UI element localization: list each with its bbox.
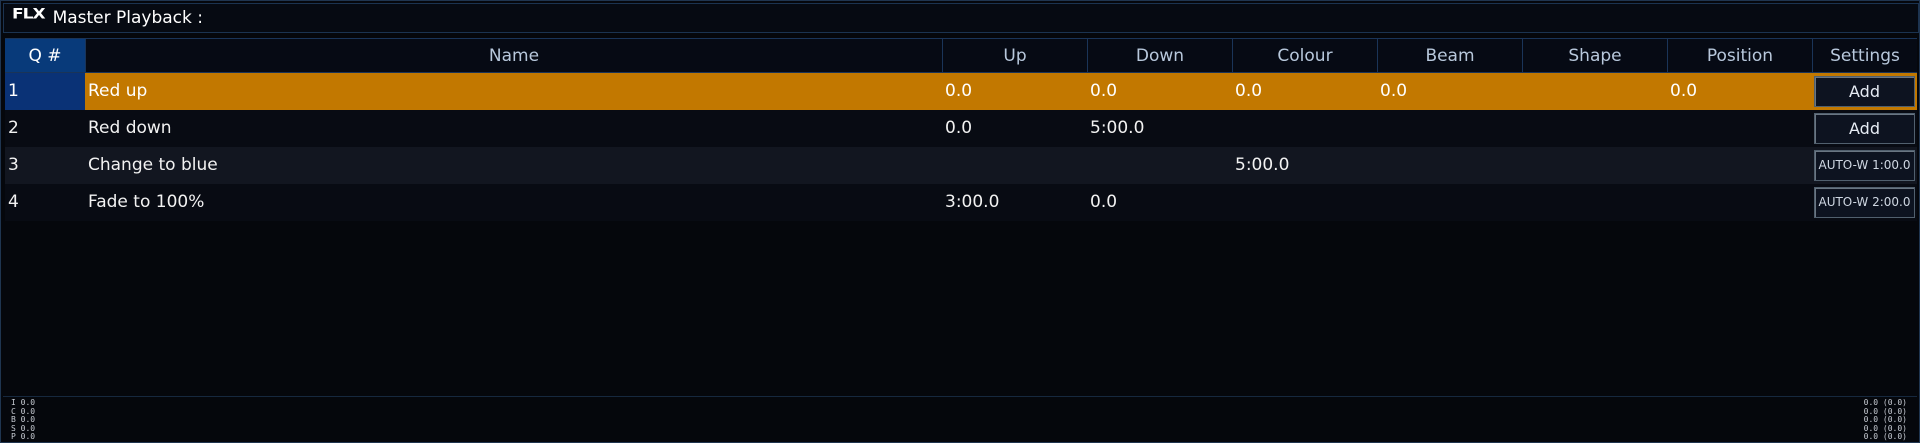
cue-up[interactable] — [942, 147, 1087, 184]
cue-position[interactable] — [1667, 147, 1812, 184]
table-header: Q # Name Up Down Colour Beam Shape Posit… — [5, 38, 1917, 73]
cue-settings-cell: AUTO-W 2:00.0 — [1812, 184, 1917, 221]
cue-number[interactable]: 1 — [5, 73, 85, 110]
cue-number[interactable]: 2 — [5, 110, 85, 147]
cue-shape[interactable] — [1522, 110, 1667, 147]
cue-up[interactable]: 3:00.0 — [942, 184, 1087, 221]
table-row[interactable]: 1 Red up 0.0 0.0 0.0 0.0 0.0 Add — [5, 73, 1917, 110]
header-q[interactable]: Q # — [5, 38, 85, 73]
cue-settings-cell: Add — [1812, 110, 1917, 147]
cue-position[interactable] — [1667, 184, 1812, 221]
cue-position[interactable]: 0.0 — [1667, 73, 1812, 110]
footer-value-list: 0.0 (0.0) 0.0 (0.0) 0.0 (0.0) 0.0 (0.0) … — [1864, 399, 1907, 442]
cue-name[interactable]: Red up — [85, 73, 942, 110]
cue-beam[interactable] — [1377, 110, 1522, 147]
header-up[interactable]: Up — [942, 38, 1087, 73]
header-shape[interactable]: Shape — [1522, 38, 1667, 73]
auto-wait-button[interactable]: AUTO-W 1:00.0 — [1814, 150, 1915, 181]
cue-beam[interactable]: 0.0 — [1377, 73, 1522, 110]
cue-down[interactable]: 0.0 — [1087, 73, 1232, 110]
cue-colour[interactable]: 0.0 — [1232, 73, 1377, 110]
status-footer: I 0.0 C 0.0 B 0.0 S 0.0 P 0.0 0.0 (0.0) … — [3, 396, 1917, 442]
cue-beam[interactable] — [1377, 147, 1522, 184]
cue-number[interactable]: 3 — [5, 147, 85, 184]
add-button[interactable]: Add — [1814, 113, 1915, 144]
cue-colour[interactable] — [1232, 184, 1377, 221]
window-title: Master Playback : — [52, 8, 204, 28]
cue-shape[interactable] — [1522, 73, 1667, 110]
cue-colour[interactable]: 5:00.0 — [1232, 147, 1377, 184]
cue-name[interactable]: Fade to 100% — [85, 184, 942, 221]
add-button[interactable]: Add — [1814, 76, 1915, 107]
header-down[interactable]: Down — [1087, 38, 1232, 73]
header-name[interactable]: Name — [85, 38, 942, 73]
master-playback-window: FLX Master Playback : Q # Name Up Down C… — [0, 0, 1920, 443]
cue-up[interactable]: 0.0 — [942, 73, 1087, 110]
title-bar: FLX Master Playback : — [3, 3, 1919, 33]
cue-down[interactable]: 0.0 — [1087, 184, 1232, 221]
cue-name[interactable]: Change to blue — [85, 147, 942, 184]
cue-number[interactable]: 4 — [5, 184, 85, 221]
cue-settings-cell: Add — [1812, 73, 1917, 110]
header-settings[interactable]: Settings — [1812, 38, 1917, 73]
cue-list-table: Q # Name Up Down Colour Beam Shape Posit… — [5, 38, 1917, 221]
header-beam[interactable]: Beam — [1377, 38, 1522, 73]
flx-logo: FLX — [12, 5, 46, 23]
footer-value: 0.0 (0.0) — [1863, 432, 1907, 441]
cue-colour[interactable] — [1232, 110, 1377, 147]
table-row[interactable]: 4 Fade to 100% 3:00.0 0.0 AUTO-W 2:00.0 — [5, 184, 1917, 221]
cue-up[interactable]: 0.0 — [942, 110, 1087, 147]
cue-name[interactable]: Red down — [85, 110, 942, 147]
cue-settings-cell: AUTO-W 1:00.0 — [1812, 147, 1917, 184]
cue-position[interactable] — [1667, 110, 1812, 147]
cue-down[interactable]: 5:00.0 — [1087, 110, 1232, 147]
header-colour[interactable]: Colour — [1232, 38, 1377, 73]
table-row[interactable]: 2 Red down 0.0 5:00.0 Add — [5, 110, 1917, 147]
footer-position: P 0.0 — [11, 432, 36, 441]
cue-down[interactable] — [1087, 147, 1232, 184]
header-position[interactable]: Position — [1667, 38, 1812, 73]
auto-wait-button[interactable]: AUTO-W 2:00.0 — [1814, 187, 1915, 218]
cue-shape[interactable] — [1522, 147, 1667, 184]
cue-shape[interactable] — [1522, 184, 1667, 221]
table-row[interactable]: 3 Change to blue 5:00.0 AUTO-W 1:00.0 — [5, 147, 1917, 184]
footer-attribute-list: I 0.0 C 0.0 B 0.0 S 0.0 P 0.0 — [11, 399, 35, 442]
cue-beam[interactable] — [1377, 184, 1522, 221]
